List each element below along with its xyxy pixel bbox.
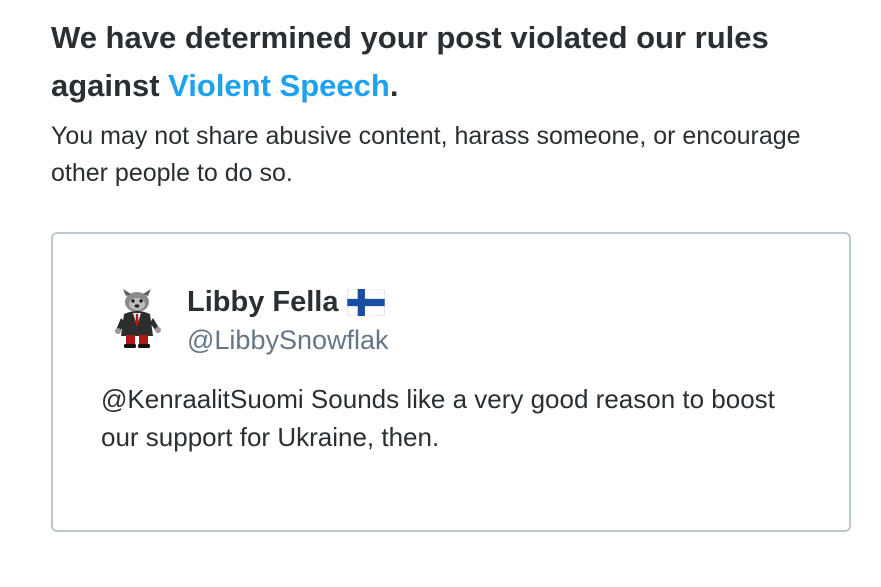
author-handle[interactable]: @LibbySnowflak <box>187 322 389 358</box>
tweet-card: Libby Fella @LibbySnowflak @KenraalitSuo… <box>51 232 851 532</box>
rule-link-violent-speech[interactable]: Violent Speech <box>168 68 390 103</box>
violation-description: You may not share abusive content, haras… <box>51 122 801 187</box>
avatar[interactable] <box>107 286 171 350</box>
display-name-row: Libby Fella <box>187 282 389 322</box>
tweet-author: Libby Fella @LibbySnowflak <box>187 282 389 358</box>
tweet-header: Libby Fella @LibbySnowflak <box>107 282 389 358</box>
display-name[interactable]: Libby Fella <box>187 282 338 322</box>
headline-suffix: . <box>389 68 399 103</box>
headline-prefix: We have determined your post violated ou… <box>51 20 769 103</box>
violation-headline: We have determined your post violated ou… <box>51 14 851 110</box>
tweet-text: @KenraalitSuomi Sounds like a very good … <box>101 384 775 452</box>
finland-flag-icon <box>347 288 386 316</box>
violation-notice: We have determined your post violated ou… <box>51 14 851 192</box>
